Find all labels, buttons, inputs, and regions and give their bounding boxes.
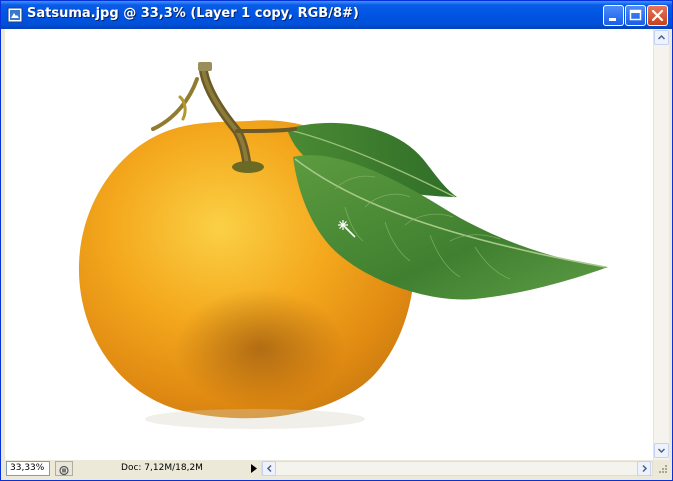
close-button[interactable] <box>647 5 668 26</box>
minimize-button[interactable] <box>603 5 624 26</box>
scroll-left-button[interactable] <box>262 461 276 476</box>
horizontal-scrollbar[interactable] <box>261 461 653 476</box>
document-status-icon <box>59 465 69 476</box>
scroll-up-button[interactable] <box>654 30 669 45</box>
close-icon <box>651 9 664 22</box>
zoom-level-field[interactable]: 33,33% <box>6 461 50 476</box>
image-canvas[interactable] <box>5 29 653 460</box>
status-bar: 33,33% Doc: 7,12M/18,2M <box>5 460 669 477</box>
resize-grip-icon <box>659 465 667 473</box>
chevron-down-icon <box>657 448 666 454</box>
vertical-scrollbar[interactable] <box>653 29 669 460</box>
status-info-button[interactable] <box>55 461 73 476</box>
document-window: Satsuma.jpg @ 33,3% (Layer 1 copy, RGB/8… <box>0 0 673 481</box>
chevron-left-icon <box>266 464 272 473</box>
chevron-right-icon <box>642 464 648 473</box>
minimize-icon <box>609 18 616 21</box>
scroll-right-button[interactable] <box>637 461 651 476</box>
chevron-up-icon <box>657 34 666 40</box>
status-menu-arrow-icon[interactable] <box>248 461 260 476</box>
resize-grip[interactable] <box>653 460 669 477</box>
maximize-icon <box>629 9 642 21</box>
photoshop-document-icon <box>7 7 23 23</box>
satsuma-image <box>78 62 608 429</box>
document-size-info: Doc: 7,12M/18,2M <box>77 461 247 476</box>
title-bar[interactable]: Satsuma.jpg @ 33,3% (Layer 1 copy, RGB/8… <box>1 1 672 29</box>
window-title: Satsuma.jpg @ 33,3% (Layer 1 copy, RGB/8… <box>27 6 359 21</box>
scroll-down-button[interactable] <box>654 443 669 458</box>
maximize-button[interactable] <box>625 5 646 26</box>
